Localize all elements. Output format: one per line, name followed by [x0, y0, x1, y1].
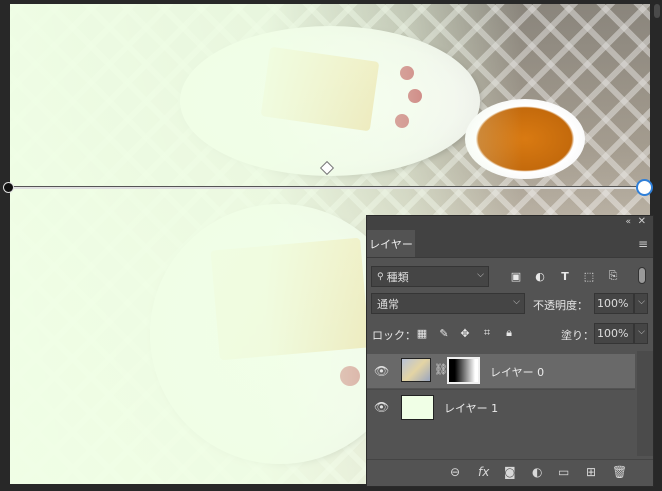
chevron-down-icon: ⌵ — [513, 297, 520, 307]
shape-filter-icon[interactable]: ⬚ — [582, 269, 596, 283]
layer-list: 👁︎ ⛓︎ レイヤー 0 👁︎ レイヤー 1 — [367, 354, 653, 434]
folder-icon[interactable]: ▭ — [558, 465, 569, 479]
canvas-scroll-knob[interactable] — [654, 4, 660, 18]
opacity-label: 不透明度： — [533, 299, 588, 312]
chevron-down-icon: ⌵ — [638, 327, 645, 337]
kind-filter-select[interactable]: ⚲ 種類 ⌵ — [371, 266, 489, 287]
lock-all-icon[interactable]: 🔒︎ — [502, 326, 516, 340]
collapse-icon[interactable]: « — [625, 217, 631, 227]
lock-row: ロック： ▦ ✎ ✥ ⌗ 🔒︎ 塗り： 100% ⌵ — [367, 318, 653, 348]
fill-label: 塗り： — [561, 329, 594, 342]
pixel-filter-icon[interactable]: ▣ — [509, 269, 523, 283]
link-icon[interactable]: ⊖ — [450, 465, 460, 479]
adjustment-icon[interactable]: ◐ — [532, 465, 542, 479]
lock-label: ロック： — [372, 329, 416, 342]
close-icon[interactable]: ✕ — [638, 216, 646, 227]
layer-row-0[interactable]: 👁︎ ⛓︎ レイヤー 0 — [367, 354, 635, 388]
fill-dropdown[interactable]: ⌵ — [634, 323, 648, 344]
filter-row: ⚲ 種類 ⌵ ▣ ◐ T ⬚ ⎘ — [367, 264, 653, 290]
mask-icon[interactable]: ◙ — [504, 465, 516, 479]
trash-icon[interactable]: 🗑︎ — [612, 465, 627, 479]
blend-mode-value: 通常 — [377, 297, 399, 311]
lock-image-brush-icon[interactable]: ✎ — [437, 326, 451, 340]
smart-object-filter-icon[interactable]: ⎘ — [606, 269, 620, 283]
lock-transparent-icon[interactable]: ▦ — [415, 326, 429, 340]
opacity-value: 100% — [597, 297, 629, 310]
kind-label: 種類 — [386, 270, 409, 284]
fill-value: 100% — [597, 327, 629, 340]
chain-link-icon[interactable]: ⛓︎ — [434, 363, 448, 376]
eye-icon[interactable]: 👁︎ — [374, 364, 389, 378]
layer-thumbnail[interactable] — [401, 395, 434, 420]
eye-icon[interactable]: 👁︎ — [374, 400, 389, 414]
chevron-down-icon: ⌵ — [477, 270, 484, 280]
layer-name[interactable]: レイヤー 1 — [444, 400, 498, 416]
gradient-line[interactable] — [9, 186, 646, 189]
blend-mode-select[interactable]: 通常 ⌵ — [371, 293, 525, 314]
gradient-end-handle[interactable] — [636, 179, 653, 196]
gradient-start-handle[interactable] — [3, 182, 14, 193]
lock-artboard-icon[interactable]: ⌗ — [480, 326, 494, 340]
panel-tab-bar: レイヤー ≡ — [367, 230, 653, 258]
layer-thumbnail[interactable] — [401, 358, 431, 382]
layer-mask-thumbnail[interactable] — [447, 357, 480, 384]
tab-layers[interactable]: レイヤー — [367, 230, 415, 257]
opacity-dropdown[interactable]: ⌵ — [634, 293, 648, 314]
new-layer-icon[interactable]: ⊞ — [586, 465, 596, 479]
search-icon: ⚲ — [377, 271, 384, 282]
type-filter-icon[interactable]: T — [558, 269, 572, 283]
panel-title-bar: « ✕ — [367, 216, 653, 230]
opacity-input[interactable]: 100% — [594, 293, 634, 314]
layer-row-1[interactable]: 👁︎ レイヤー 1 — [367, 389, 635, 424]
lock-position-move-icon[interactable]: ✥ — [458, 326, 472, 340]
layer-list-scrollbar[interactable] — [637, 351, 653, 456]
filter-toggle[interactable] — [638, 267, 646, 284]
layers-bottom-toolbar: ⊖ fx ◙ ◐ ▭ ⊞ 🗑︎ — [367, 459, 653, 486]
adjustment-filter-icon[interactable]: ◐ — [533, 269, 547, 283]
panel-menu-icon[interactable]: ≡ — [638, 237, 648, 251]
layer-name[interactable]: レイヤー 0 — [490, 364, 544, 380]
chevron-down-icon: ⌵ — [638, 297, 645, 307]
fx-icon[interactable]: fx — [478, 465, 489, 479]
fill-input[interactable]: 100% — [594, 323, 634, 344]
layers-panel: « ✕ レイヤー ≡ ⚲ 種類 ⌵ ▣ ◐ T ⬚ ⎘ 通常 ⌵ 不透明度： 1… — [366, 215, 654, 487]
blend-row: 通常 ⌵ 不透明度： 100% ⌵ — [367, 290, 653, 318]
